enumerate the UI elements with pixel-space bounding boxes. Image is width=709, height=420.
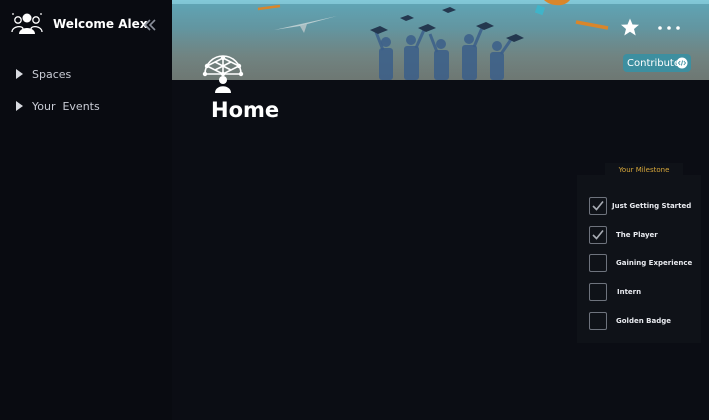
checkmark-icon bbox=[592, 229, 604, 240]
milestone-item-the-player: The Player bbox=[589, 226, 658, 244]
header-banner: Contribute bbox=[172, 0, 709, 80]
expand-triangle-icon bbox=[16, 69, 23, 79]
network-people-icon bbox=[202, 55, 244, 93]
favorite-star-icon[interactable] bbox=[620, 17, 640, 37]
contribute-button[interactable]: Contribute bbox=[623, 54, 691, 72]
expand-triangle-icon bbox=[16, 101, 23, 111]
milestone-label: Gaining Experience bbox=[616, 259, 693, 267]
sidebar-item-spaces[interactable]: Spaces bbox=[14, 65, 71, 83]
milestone-label: Intern bbox=[617, 288, 642, 296]
more-options-icon[interactable] bbox=[656, 18, 682, 38]
milestone-panel: Just Getting Started The Player Gaining … bbox=[577, 175, 701, 343]
sidebar-item-label: Spaces bbox=[32, 67, 72, 81]
community-logo-icon bbox=[11, 13, 43, 34]
contribute-label: Contribute bbox=[627, 57, 681, 69]
sidebar-header: Welcome Alex bbox=[0, 0, 172, 50]
collapse-sidebar-icon[interactable] bbox=[142, 17, 158, 33]
checkmark-icon bbox=[592, 200, 604, 211]
milestone-label: Golden Badge bbox=[616, 317, 671, 325]
main-content: Contribute Home Your Milestone Just Gett… bbox=[172, 0, 709, 420]
sidebar: Welcome Alex Spaces Your Events bbox=[0, 0, 172, 420]
milestone-item-just-getting-started: Just Getting Started bbox=[589, 197, 691, 215]
milestone-checkbox[interactable] bbox=[589, 312, 607, 330]
sidebar-title: Welcome Alex bbox=[53, 17, 148, 31]
milestone-label: The Player bbox=[616, 231, 658, 239]
sidebar-item-label: Your Events bbox=[32, 99, 100, 113]
milestone-checkbox[interactable] bbox=[589, 283, 607, 301]
milestone-label: Just Getting Started bbox=[612, 202, 692, 210]
milestone-item-golden-badge: Golden Badge bbox=[589, 312, 671, 330]
page-title: Home bbox=[211, 98, 280, 122]
code-icon bbox=[676, 57, 688, 69]
milestone-checkbox[interactable] bbox=[589, 254, 607, 272]
milestone-item-intern: Intern bbox=[589, 283, 641, 301]
milestone-checkbox[interactable] bbox=[589, 226, 607, 244]
sidebar-item-your-events[interactable]: Your Events bbox=[14, 97, 100, 115]
milestone-item-gaining-experience: Gaining Experience bbox=[589, 254, 692, 272]
milestone-checkbox[interactable] bbox=[589, 197, 607, 215]
